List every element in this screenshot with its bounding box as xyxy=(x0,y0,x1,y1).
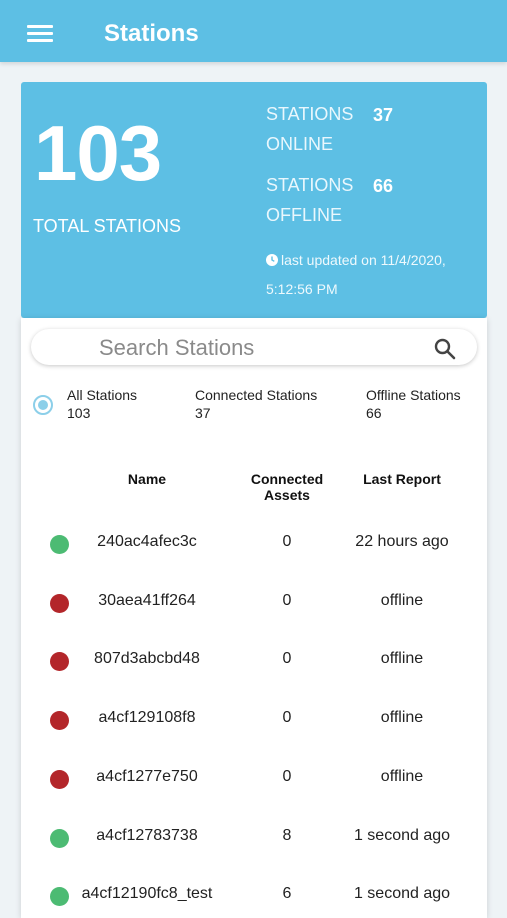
station-name: a4cf12190fc8_test xyxy=(81,885,213,903)
last-report-text: offline xyxy=(380,591,424,609)
hamburger-menu-icon[interactable] xyxy=(27,25,53,43)
last-updated-text: last updated on 11/4/2020, 5:12:56 PM xyxy=(266,252,446,297)
stations-online-value: 37 xyxy=(373,105,394,125)
last-report-text: 1 second ago xyxy=(353,885,451,903)
table-row[interactable]: 30aea41ff264 0 offline xyxy=(21,583,487,623)
connected-assets-count: 0 xyxy=(282,591,292,609)
stations-online-label: STATIONS ONLINE xyxy=(266,104,354,154)
table-row[interactable]: 807d3abcbd48 0 offline xyxy=(21,641,487,681)
stations-offline-label: STATIONS OFFLINE xyxy=(266,175,354,225)
app-bar: Stations xyxy=(0,0,507,62)
filter-connected-stations[interactable]: Connected Stations 37 xyxy=(195,386,317,422)
column-header-connected-assets[interactable]: Connected Assets xyxy=(227,471,347,503)
last-report-text: offline xyxy=(380,709,424,727)
status-dot-icon xyxy=(50,828,69,848)
status-dot-icon xyxy=(50,769,69,789)
station-name: a4cf12783738 xyxy=(96,826,198,844)
filter-offline-stations[interactable]: Offline Stations 66 xyxy=(366,386,461,422)
table-row[interactable]: a4cf12190fc8_test 6 1 second ago xyxy=(21,876,487,916)
search-input[interactable] xyxy=(97,333,421,363)
station-name: 30aea41ff264 xyxy=(98,591,196,609)
table-row[interactable]: 240ac4afec3c 0 22 hours ago xyxy=(21,524,487,564)
connected-assets-count: 0 xyxy=(282,650,292,668)
status-dot-icon xyxy=(50,887,69,907)
table-row[interactable]: a4cf12783738 8 1 second ago xyxy=(21,818,487,858)
connected-assets-count: 0 xyxy=(282,767,292,785)
filter-all-stations[interactable]: All Stations 103 xyxy=(67,386,137,422)
last-report-text: offline xyxy=(380,767,424,785)
stations-list-card: All Stations103 Connected Stations37 Off… xyxy=(21,318,487,918)
total-stations-label: TOTAL STATIONS xyxy=(33,216,182,236)
column-header-last-report[interactable]: Last Report xyxy=(341,471,463,487)
status-dot-icon xyxy=(50,652,69,672)
station-name: a4cf1277e750 xyxy=(96,767,198,785)
all-stations-radio[interactable] xyxy=(33,395,53,415)
station-name: 807d3abcbd48 xyxy=(94,650,200,668)
connected-assets-count: 6 xyxy=(282,885,292,903)
column-header-name[interactable]: Name xyxy=(77,471,217,487)
connected-assets-count: 8 xyxy=(282,826,292,844)
stations-summary-card: 103 TOTAL STATIONS STATIONS ONLINE 37 STA… xyxy=(21,82,487,318)
last-report-text: offline xyxy=(380,650,424,668)
connected-assets-count: 0 xyxy=(282,709,292,727)
table-row[interactable]: a4cf1277e750 0 offline xyxy=(21,759,487,799)
page-title: Stations xyxy=(104,20,199,47)
status-dot-icon xyxy=(50,711,69,731)
station-name: a4cf129108f8 xyxy=(98,709,196,727)
last-report-text: 22 hours ago xyxy=(355,533,449,550)
station-name: 240ac4afec3c xyxy=(97,533,197,550)
last-report-text: 1 second ago xyxy=(353,826,451,844)
search-icon[interactable] xyxy=(433,337,457,361)
status-dot-icon xyxy=(50,535,69,554)
connected-assets-count: 0 xyxy=(282,533,292,550)
status-dot-icon xyxy=(50,593,69,613)
table-row[interactable]: a4cf129108f8 0 offline xyxy=(21,700,487,740)
search-bar xyxy=(31,329,477,365)
clock-icon xyxy=(266,254,278,266)
total-stations-value: 103 xyxy=(34,109,162,197)
stations-offline-value: 66 xyxy=(373,176,394,196)
